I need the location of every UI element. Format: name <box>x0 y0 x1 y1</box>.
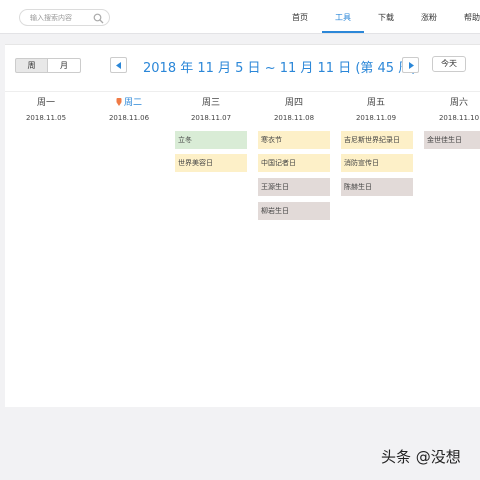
next-week-button[interactable] <box>402 57 419 73</box>
weekday-label: 周三 <box>201 98 220 108</box>
previous-week-button[interactable] <box>110 57 127 73</box>
watermark-text: 头条 @没想 <box>381 448 461 466</box>
day-header-sat: 周六 2018.11.10 <box>422 97 480 122</box>
event-item[interactable]: 寒衣节 <box>258 131 330 149</box>
nav-download[interactable]: 下载 <box>378 12 394 23</box>
event-item[interactable]: 吉尼斯世界纪录日 <box>341 131 413 149</box>
date-label: 2018.11.08 <box>273 114 315 122</box>
event-item[interactable]: 陈赫生日 <box>341 178 413 196</box>
event-item[interactable]: 王源生日 <box>258 178 330 196</box>
nav-grow-followers[interactable]: 涨粉 <box>421 12 437 23</box>
day-header-wed: 周三 2018.11.07 <box>170 97 252 122</box>
day-header-thu: 周四 2018.11.08 <box>253 97 335 122</box>
search-input[interactable]: 输入搜索内容 <box>30 13 72 23</box>
today-button[interactable]: 今天 <box>432 56 466 72</box>
event-item[interactable]: 柳岩生日 <box>258 202 330 220</box>
date-label: 2018.11.09 <box>355 114 397 122</box>
date-label: 2018.11.07 <box>190 114 232 122</box>
weekday-label: 周一 <box>36 98 55 108</box>
event-item[interactable]: 世界美容日 <box>175 154 247 172</box>
today-marker-icon <box>116 98 122 106</box>
nav-tools[interactable]: 工具 <box>335 12 351 23</box>
header-divider <box>5 91 480 92</box>
active-nav-indicator <box>322 31 364 33</box>
caret-right-icon <box>409 62 414 69</box>
nav-home[interactable]: 首页 <box>292 12 308 23</box>
nav-help[interactable]: 帮助 <box>464 12 480 23</box>
weekday-label: 周五 <box>366 98 385 108</box>
top-navigation-bar: 输入搜索内容 首页 工具 下载 涨粉 帮助 <box>0 0 480 34</box>
weekday-label: 周四 <box>284 98 303 108</box>
caret-left-icon <box>116 62 121 69</box>
event-item[interactable]: 消防宣传日 <box>341 154 413 172</box>
date-label: 2018.11.10 <box>438 114 480 122</box>
event-item[interactable]: 立冬 <box>175 131 247 149</box>
weekday-text: 周二 <box>123 98 142 108</box>
weekday-label: 周六 <box>449 98 468 108</box>
week-view-button[interactable]: 周 <box>15 58 48 73</box>
week-range-title: 2018 年 11 月 5 日 ~ 11 月 11 日 (第 45 周) <box>143 61 417 76</box>
weekday-label-today: 周二 <box>88 97 170 109</box>
date-label: 2018.11.05 <box>25 114 67 122</box>
day-header-fri: 周五 2018.11.09 <box>335 97 417 122</box>
event-item[interactable]: 中国记者日 <box>258 154 330 172</box>
month-view-button[interactable]: 月 <box>47 58 81 73</box>
search-icon[interactable] <box>93 13 104 24</box>
event-item[interactable]: 金世佳生日 <box>424 131 480 149</box>
day-header-mon: 周一 2018.11.05 <box>5 97 87 122</box>
day-header-tue: 周二 2018.11.06 <box>88 97 170 122</box>
date-label: 2018.11.06 <box>108 114 150 122</box>
search-box[interactable]: 输入搜索内容 <box>19 9 110 26</box>
